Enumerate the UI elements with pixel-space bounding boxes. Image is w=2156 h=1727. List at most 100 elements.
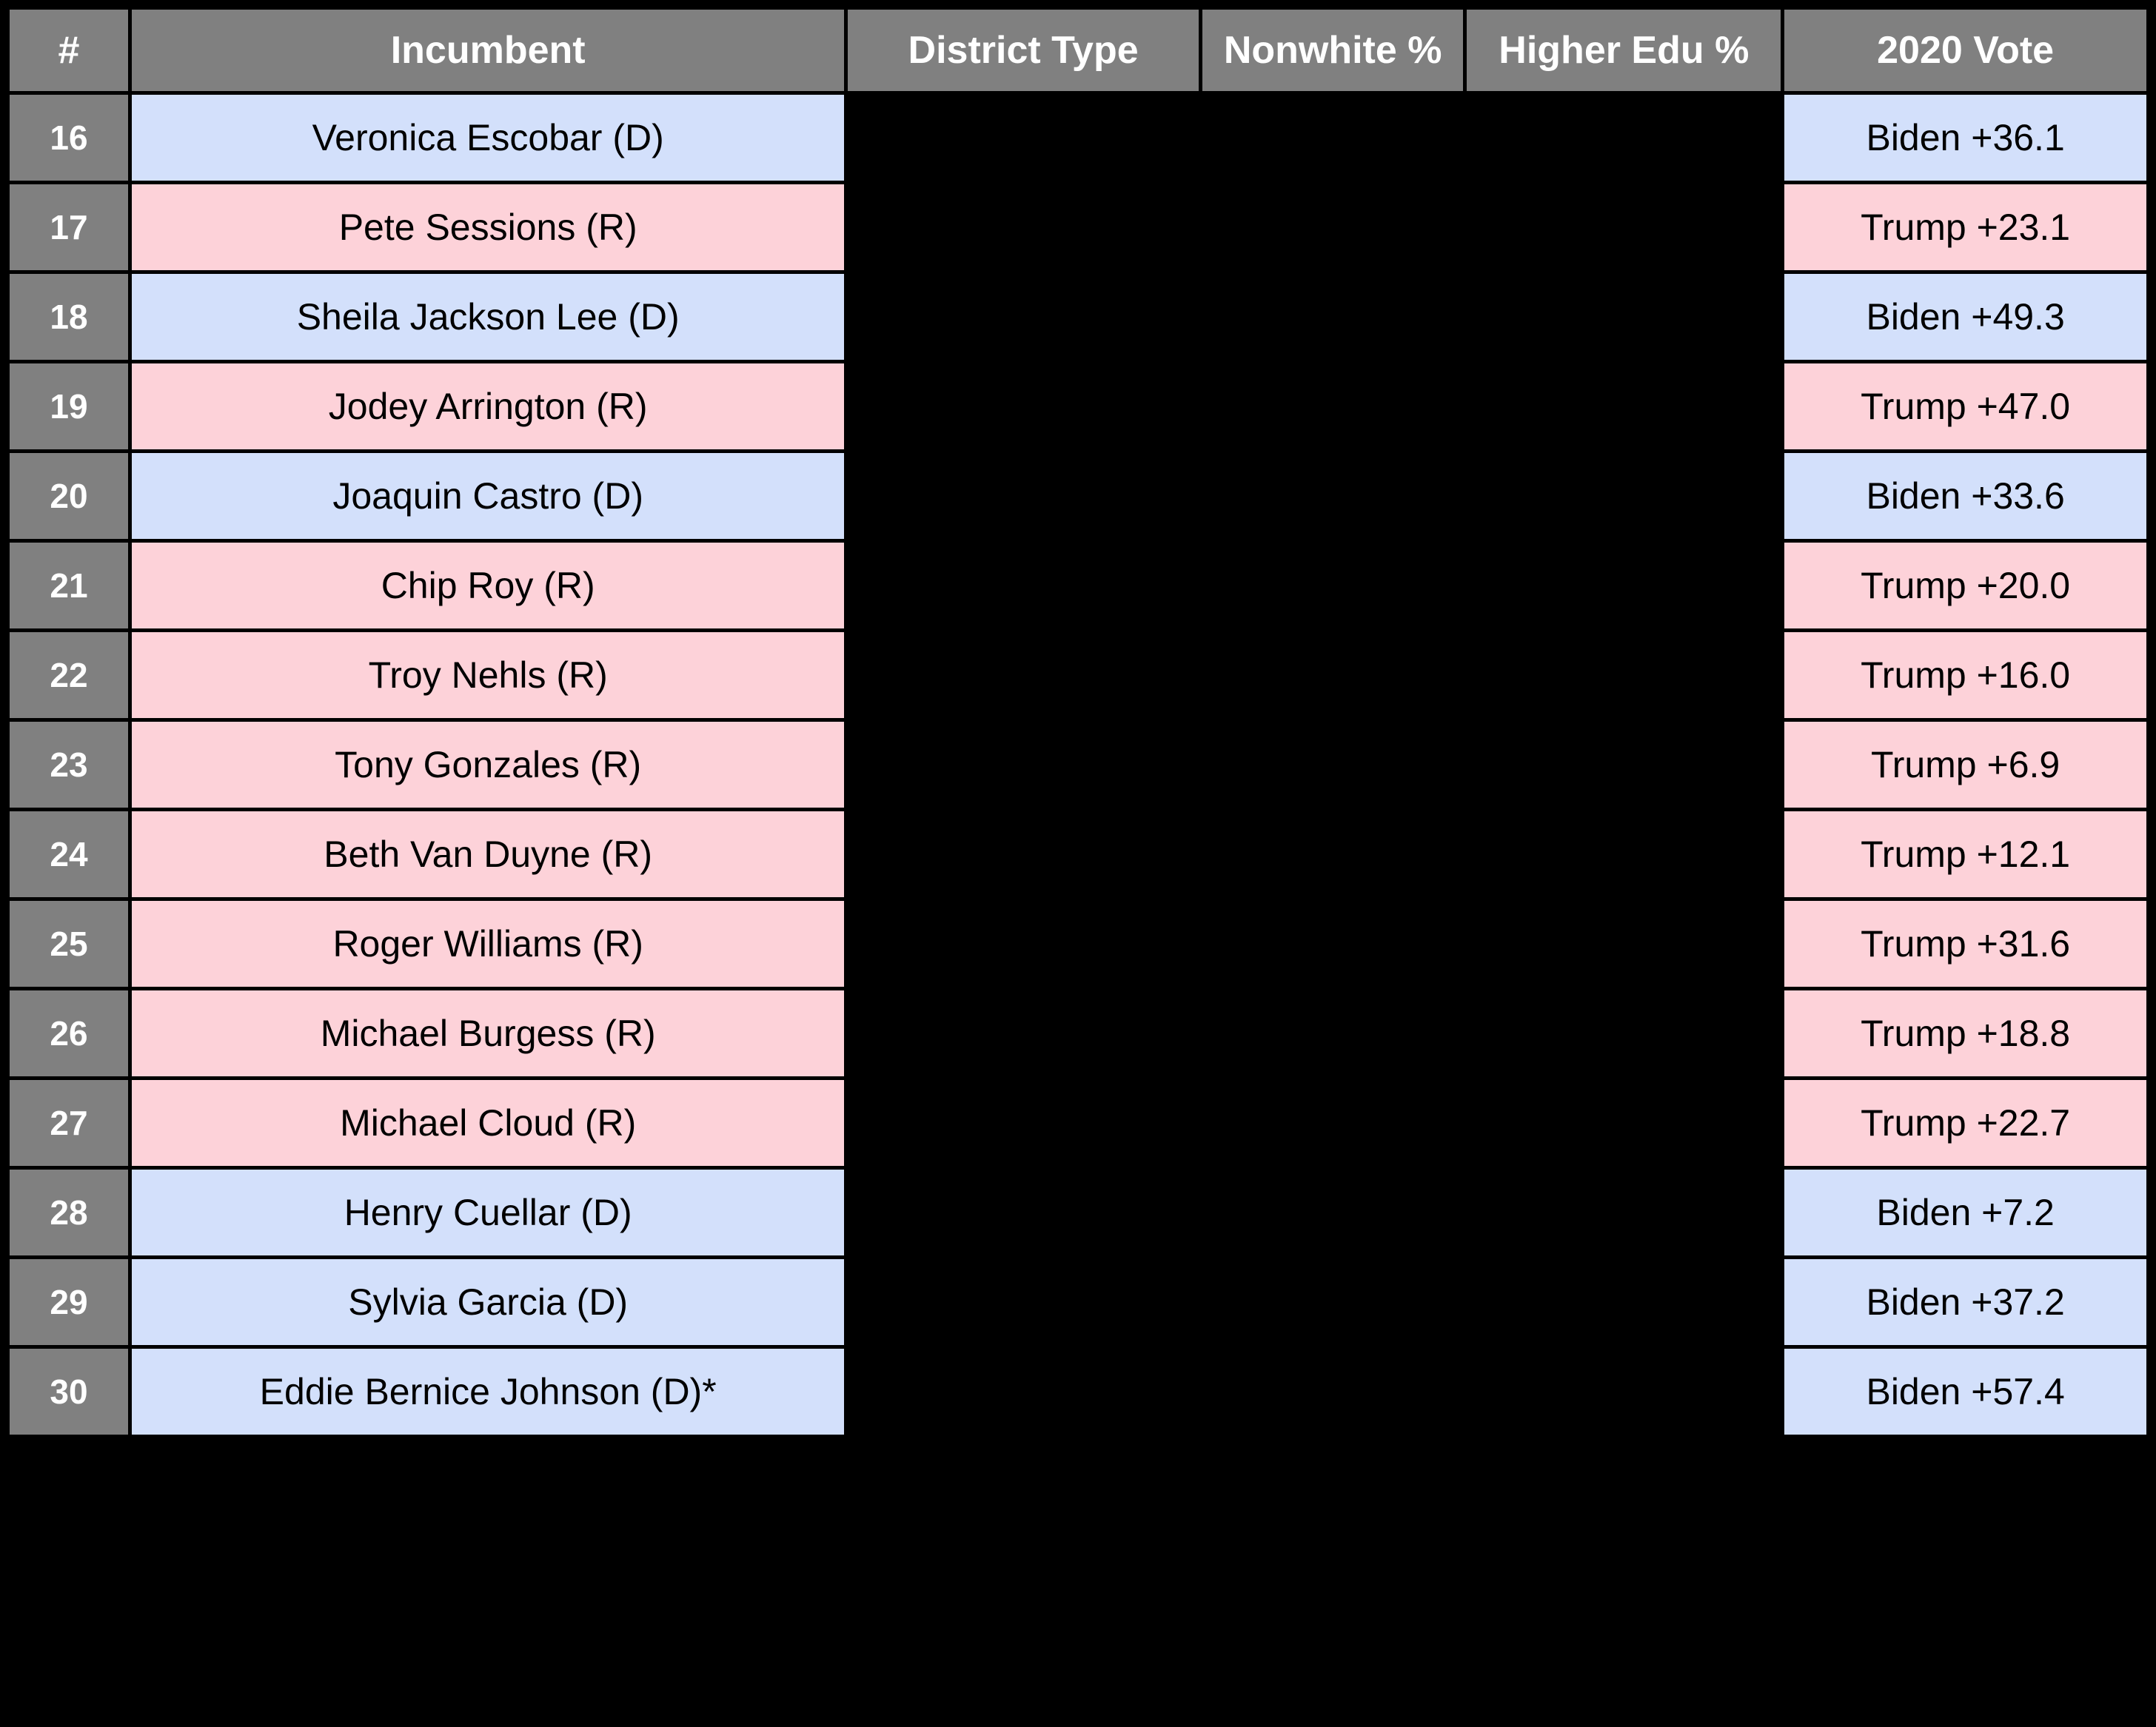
table-row[interactable]: 19 Jodey Arrington (R) Trump +47.0	[10, 363, 2146, 449]
row-incumbent-name: Sheila Jackson Lee (D)	[132, 274, 845, 360]
table-row[interactable]: 28 Henry Cuellar (D) Biden +7.2	[10, 1170, 2146, 1255]
row-higher-edu-pct	[1467, 184, 1781, 270]
column-header-2020-vote[interactable]: 2020 Vote	[1784, 10, 2146, 91]
row-incumbent-name: Roger Williams (R)	[132, 901, 845, 987]
table-header: # Incumbent District Type Nonwhite % Hig…	[10, 10, 2146, 91]
column-header-nonwhite-pct[interactable]: Nonwhite %	[1202, 10, 1464, 91]
row-2020-vote: Trump +22.7	[1784, 1080, 2146, 1166]
row-2020-vote: Trump +16.0	[1784, 632, 2146, 718]
row-higher-edu-pct	[1467, 1170, 1781, 1255]
row-incumbent-name: Veronica Escobar (D)	[132, 95, 845, 181]
row-2020-vote: Biden +33.6	[1784, 453, 2146, 539]
table-row[interactable]: 18 Sheila Jackson Lee (D) Biden +49.3	[10, 274, 2146, 360]
row-nonwhite-pct	[1202, 1080, 1464, 1166]
row-2020-vote: Trump +12.1	[1784, 811, 2146, 897]
row-district-type	[848, 274, 1199, 360]
table-row[interactable]: 21 Chip Roy (R) Trump +20.0	[10, 543, 2146, 628]
row-district-number: 30	[10, 1349, 129, 1435]
row-2020-vote: Trump +20.0	[1784, 543, 2146, 628]
column-header-incumbent[interactable]: Incumbent	[132, 10, 845, 91]
row-district-type	[848, 184, 1199, 270]
row-nonwhite-pct	[1202, 811, 1464, 897]
table-row[interactable]: 17 Pete Sessions (R) Trump +23.1	[10, 184, 2146, 270]
row-incumbent-name: Chip Roy (R)	[132, 543, 845, 628]
column-header-number[interactable]: #	[10, 10, 129, 91]
table-row[interactable]: 22 Troy Nehls (R) Trump +16.0	[10, 632, 2146, 718]
table-row[interactable]: 27 Michael Cloud (R) Trump +22.7	[10, 1080, 2146, 1166]
row-incumbent-name: Michael Cloud (R)	[132, 1080, 845, 1166]
row-district-number: 18	[10, 274, 129, 360]
row-2020-vote: Biden +7.2	[1784, 1170, 2146, 1255]
row-incumbent-name: Sylvia Garcia (D)	[132, 1259, 845, 1345]
table-row[interactable]: 24 Beth Van Duyne (R) Trump +12.1	[10, 811, 2146, 897]
row-district-type	[848, 1080, 1199, 1166]
row-2020-vote: Biden +36.1	[1784, 95, 2146, 181]
row-nonwhite-pct	[1202, 184, 1464, 270]
row-higher-edu-pct	[1467, 543, 1781, 628]
row-incumbent-name: Eddie Bernice Johnson (D)*	[132, 1349, 845, 1435]
row-higher-edu-pct	[1467, 811, 1781, 897]
row-2020-vote: Biden +57.4	[1784, 1349, 2146, 1435]
row-district-type	[848, 95, 1199, 181]
row-incumbent-name: Jodey Arrington (R)	[132, 363, 845, 449]
row-district-type	[848, 811, 1199, 897]
row-district-type	[848, 722, 1199, 808]
row-district-number: 23	[10, 722, 129, 808]
table-row[interactable]: 23 Tony Gonzales (R) Trump +6.9	[10, 722, 2146, 808]
row-incumbent-name: Troy Nehls (R)	[132, 632, 845, 718]
row-higher-edu-pct	[1467, 1349, 1781, 1435]
row-district-number: 25	[10, 901, 129, 987]
table-row[interactable]: 25 Roger Williams (R) Trump +31.6	[10, 901, 2146, 987]
row-district-type	[848, 453, 1199, 539]
row-district-number: 27	[10, 1080, 129, 1166]
row-district-number: 28	[10, 1170, 129, 1255]
bottom-spacer	[0, 1566, 2156, 1727]
row-nonwhite-pct	[1202, 95, 1464, 181]
row-district-number: 20	[10, 453, 129, 539]
table-header-row: # Incumbent District Type Nonwhite % Hig…	[10, 10, 2146, 91]
row-incumbent-name: Tony Gonzales (R)	[132, 722, 845, 808]
row-2020-vote: Trump +6.9	[1784, 722, 2146, 808]
row-nonwhite-pct	[1202, 363, 1464, 449]
row-district-type	[848, 1170, 1199, 1255]
table-row[interactable]: 30 Eddie Bernice Johnson (D)* Biden +57.4	[10, 1349, 2146, 1435]
row-nonwhite-pct	[1202, 1259, 1464, 1345]
row-higher-edu-pct	[1467, 1259, 1781, 1345]
table-row[interactable]: 29 Sylvia Garcia (D) Biden +37.2	[10, 1259, 2146, 1345]
row-district-number: 21	[10, 543, 129, 628]
row-incumbent-name: Michael Burgess (R)	[132, 990, 845, 1076]
row-district-type	[848, 1349, 1199, 1435]
table-row[interactable]: 26 Michael Burgess (R) Trump +18.8	[10, 990, 2146, 1076]
row-district-number: 26	[10, 990, 129, 1076]
row-district-number: 19	[10, 363, 129, 449]
row-incumbent-name: Henry Cuellar (D)	[132, 1170, 845, 1255]
row-higher-edu-pct	[1467, 722, 1781, 808]
column-header-higher-edu-pct[interactable]: Higher Edu %	[1467, 10, 1781, 91]
row-district-type	[848, 363, 1199, 449]
row-district-type	[848, 1259, 1199, 1345]
row-higher-edu-pct	[1467, 274, 1781, 360]
row-nonwhite-pct	[1202, 901, 1464, 987]
row-district-type	[848, 901, 1199, 987]
row-higher-edu-pct	[1467, 363, 1781, 449]
row-2020-vote: Biden +49.3	[1784, 274, 2146, 360]
row-district-number: 16	[10, 95, 129, 181]
row-higher-edu-pct	[1467, 632, 1781, 718]
table-row[interactable]: 16 Veronica Escobar (D) Biden +36.1	[10, 95, 2146, 181]
row-2020-vote: Biden +37.2	[1784, 1259, 2146, 1345]
row-higher-edu-pct	[1467, 95, 1781, 181]
column-header-district-type[interactable]: District Type	[848, 10, 1199, 91]
row-higher-edu-pct	[1467, 453, 1781, 539]
row-district-number: 29	[10, 1259, 129, 1345]
table-row[interactable]: 20 Joaquin Castro (D) Biden +33.6	[10, 453, 2146, 539]
row-2020-vote: Trump +18.8	[1784, 990, 2146, 1076]
row-nonwhite-pct	[1202, 990, 1464, 1076]
row-2020-vote: Trump +47.0	[1784, 363, 2146, 449]
row-incumbent-name: Joaquin Castro (D)	[132, 453, 845, 539]
row-nonwhite-pct	[1202, 453, 1464, 539]
row-higher-edu-pct	[1467, 990, 1781, 1076]
row-district-number: 22	[10, 632, 129, 718]
row-nonwhite-pct	[1202, 632, 1464, 718]
row-higher-edu-pct	[1467, 901, 1781, 987]
table-body: 16 Veronica Escobar (D) Biden +36.1 17 Pete …	[10, 95, 2146, 1435]
